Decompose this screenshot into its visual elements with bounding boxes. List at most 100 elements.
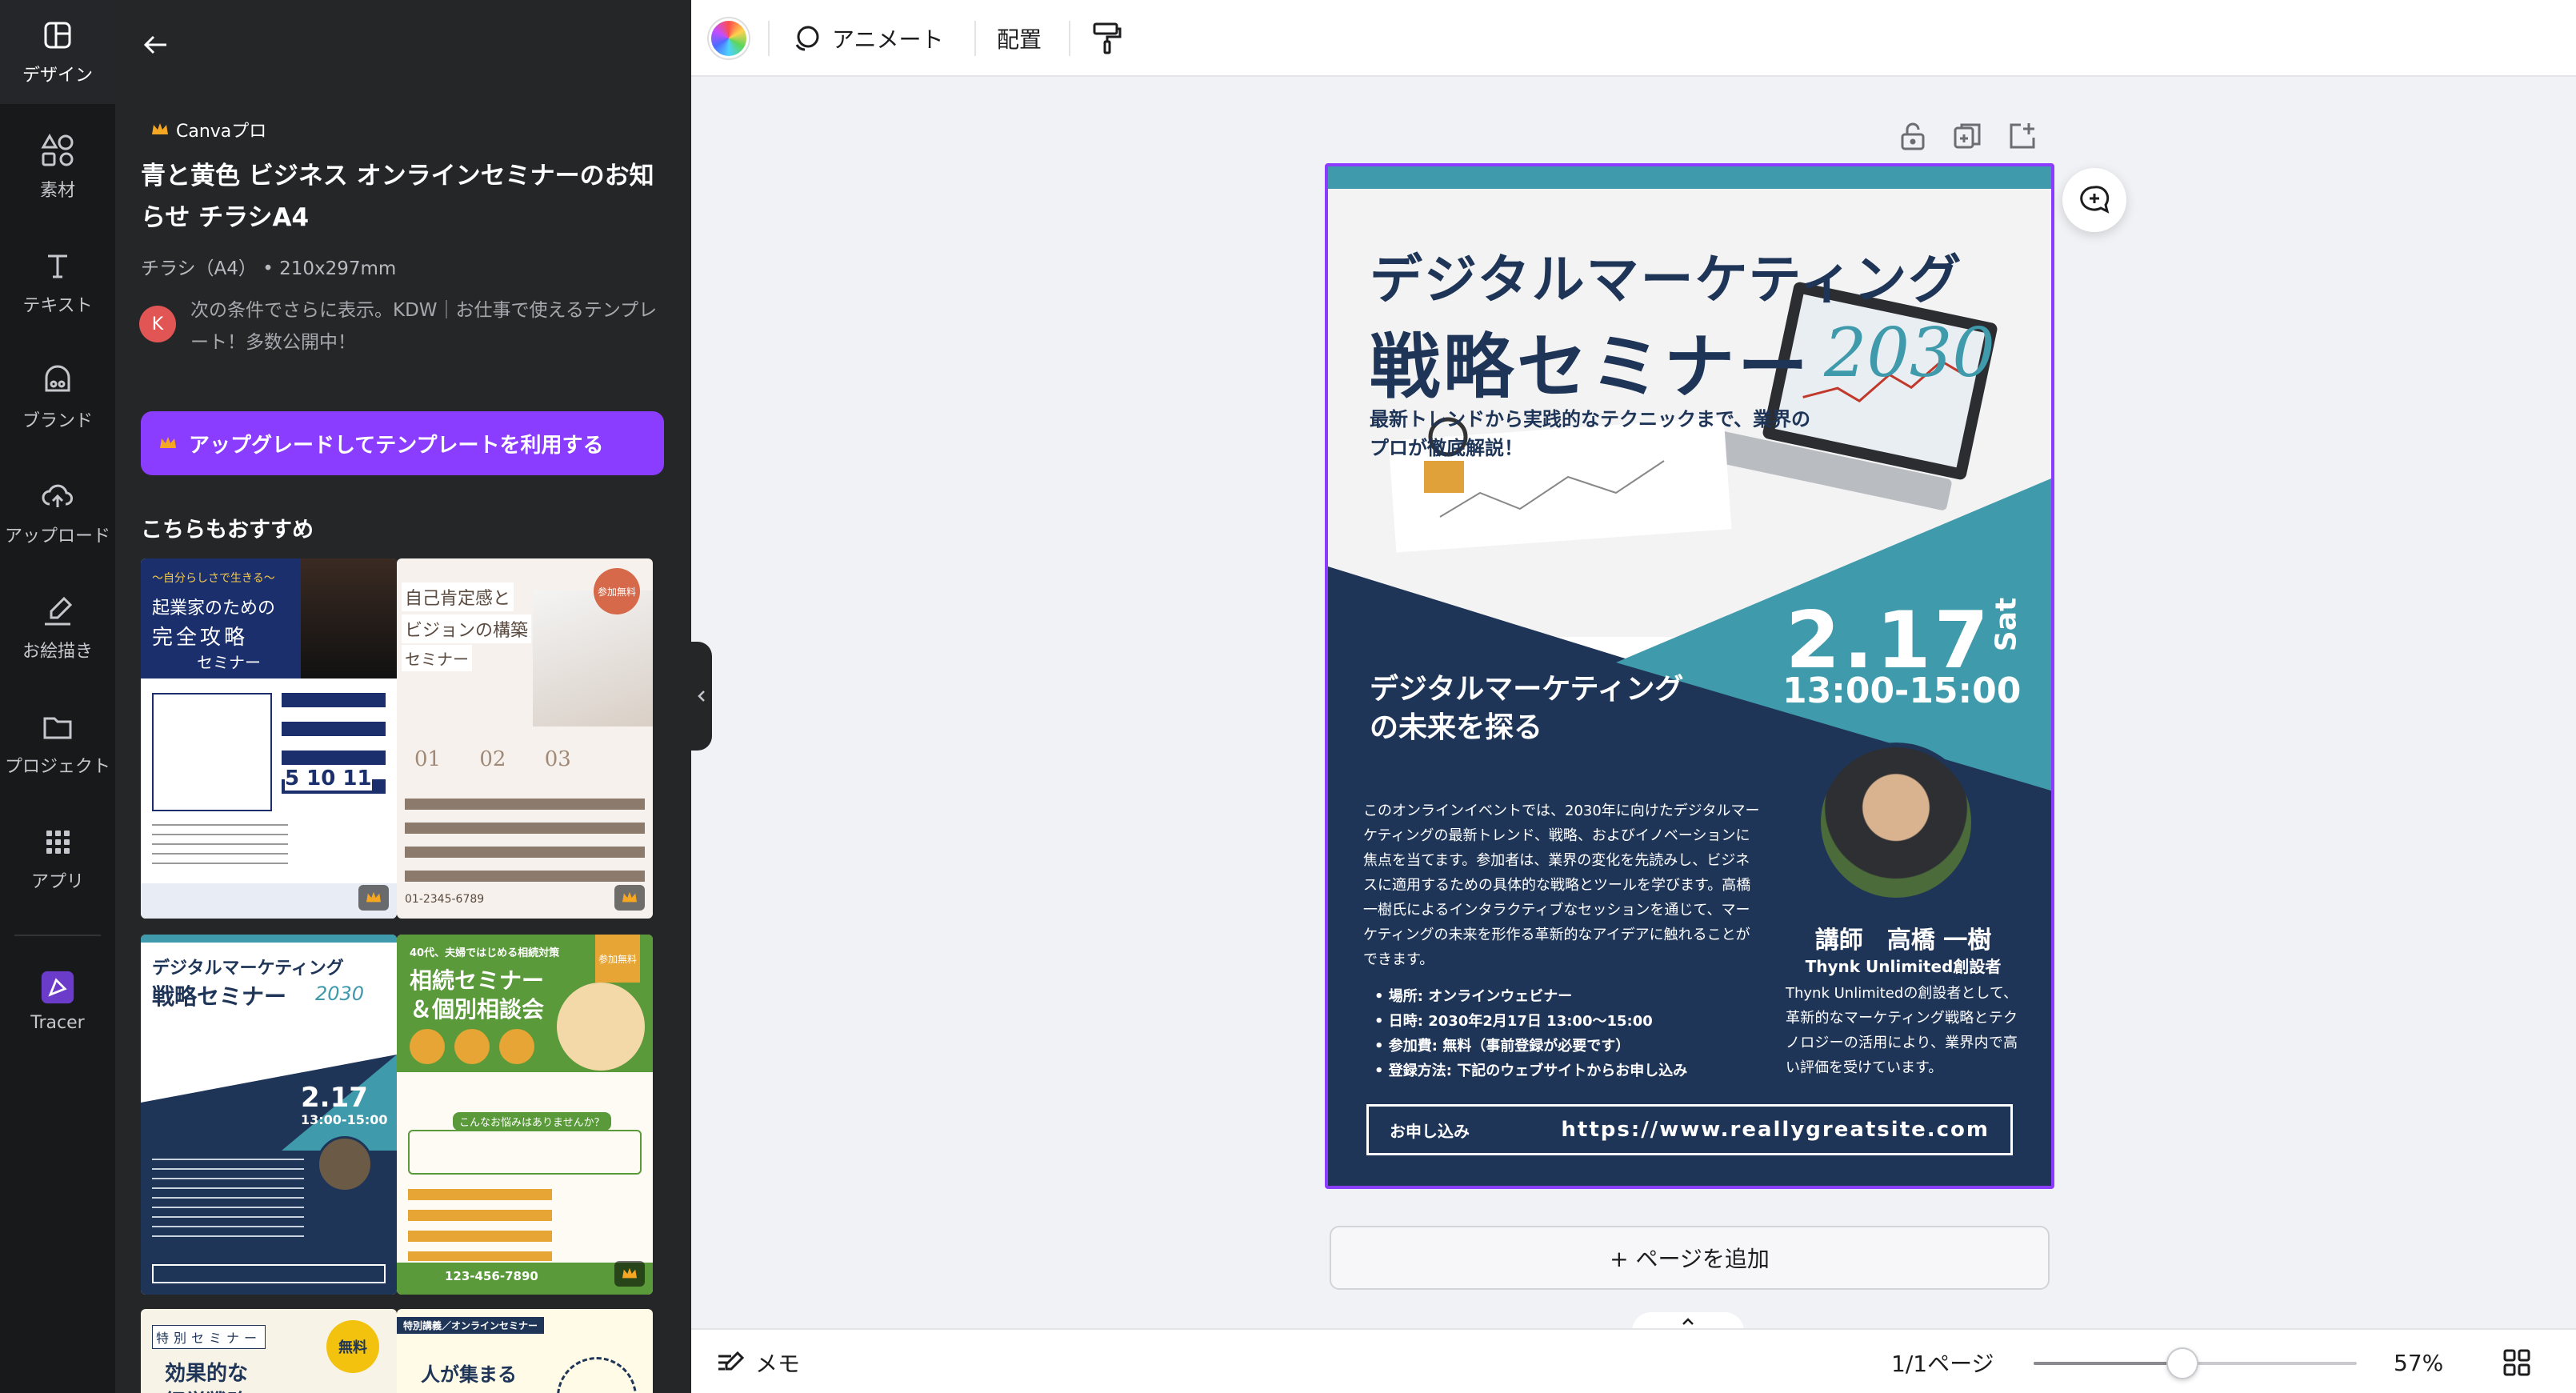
flyer-section-heading: デジタルマーケティングの未来を探る: [1370, 673, 1684, 744]
add-page-icon[interactable]: [2006, 120, 2037, 152]
thumb-text: コミュニティ: [421, 1386, 535, 1393]
thumb-text: 2.17: [301, 1082, 368, 1114]
flyer-details: 場所: オンラインウェビナー 日時: 2030年2月17日 13:00〜15:0…: [1374, 984, 1687, 1083]
chevron-left-icon: [698, 690, 705, 702]
rail-draw[interactable]: お絵描き: [0, 576, 115, 680]
speaker-bio: Thynk Unlimitedの創設者として、革新的なマーケティング戦略とテクノ…: [1786, 985, 2018, 1076]
thumb-text: デジタルマーケティング: [152, 959, 344, 979]
template-panel: Canvaプロ 青と黄色 ビジネス オンラインセミナーのお知らせ チラシA4 チ…: [115, 0, 691, 1393]
design-page[interactable]: デジタルマーケティング 戦略セミナー 2030 最新トレンドから実践的なテクニッ…: [1325, 163, 2054, 1189]
arrange-button[interactable]: 配置: [997, 18, 1042, 59]
animate-label: アニメート: [832, 26, 944, 53]
thumb-text: 40代、夫婦ではじめる相続対策: [410, 947, 560, 959]
toolbar-divider: [974, 21, 976, 56]
thumb-text: 人が集まる: [421, 1363, 517, 1386]
pro-crown-icon: [358, 885, 389, 911]
list-item: 場所: オンラインウェビナー: [1374, 984, 1687, 1009]
top-toolbar: アニメート 配置: [691, 0, 2576, 77]
thumb-text: ビジョンの構築: [402, 614, 532, 643]
thumb-text: 経営戦略: [165, 1386, 248, 1393]
template-thumbnail[interactable]: 参加無料 自己肯定感と ビジョンの構築 セミナー 01 02 03 01-234…: [397, 558, 653, 919]
flyer-year: 2030: [1824, 314, 1995, 392]
rail-label: プロジェクト: [4, 757, 110, 777]
thumb-text: 13:00-15:00: [301, 1112, 388, 1127]
left-rail: デザイン 素材 テキスト ブランド アップロード お絵描き プロジェクト アプリ…: [0, 0, 115, 1393]
lock-icon[interactable]: [1898, 120, 1928, 152]
thumb-badge: 参加無料: [595, 935, 640, 983]
rail-design[interactable]: デザイン: [0, 0, 115, 104]
template-title: 青と黄色 ビジネス オンラインセミナーのお知らせ チラシA4: [141, 162, 654, 232]
cloud-upload-icon: [40, 478, 75, 514]
thumb-text: 自己肯定感と: [402, 582, 514, 611]
template-thumbnail[interactable]: デジタルマーケティング 戦略セミナー 2030 2.17 13:00-15:00: [141, 935, 397, 1295]
page-indicator[interactable]: 1/1ページ: [1891, 1344, 1994, 1381]
template-thumbnail[interactable]: 40代、夫婦ではじめる相続対策 相続セミナー ＆個別相談会 参加無料 こんなお悩…: [397, 935, 653, 1295]
pro-badge-label: Canvaプロ: [176, 122, 267, 142]
back-arrow-icon[interactable]: [139, 29, 171, 61]
page-actions: [1898, 120, 2037, 152]
thumb-text: 完全攻略: [152, 626, 249, 650]
thumb-text: 123-456-7890: [445, 1269, 538, 1283]
thumb-text: 特別セミナー: [152, 1325, 266, 1349]
rail-tracer[interactable]: Tracer: [0, 949, 115, 1053]
crown-icon: [152, 123, 168, 134]
notes-button[interactable]: メモ: [714, 1344, 800, 1381]
template-thumbnail[interactable]: 〜自分らしさで生きる〜 起業家のための 完全攻略 セミナー 5 10 11: [141, 558, 397, 919]
list-item: 参加費: 無料（事前登録が必要です）: [1374, 1034, 1687, 1059]
zoom-level[interactable]: 57%: [2394, 1344, 2443, 1381]
thumb-text: 効果的な: [165, 1362, 249, 1386]
animate-icon: [795, 26, 819, 51]
arrange-label: 配置: [997, 26, 1042, 53]
pro-crown-icon: [614, 885, 645, 911]
rail-label: お絵描き: [22, 642, 93, 662]
flyer-heading-1: デジタルマーケティング: [1370, 249, 1963, 310]
notes-label: メモ: [755, 1351, 801, 1377]
flyer-body: このオンラインイベントでは、2030年に向けたデジタルマーケティングの最新トレン…: [1363, 803, 1760, 968]
rail-label: ブランド: [22, 411, 93, 431]
upgrade-label: アップグレードしてテンプレートを利用する: [189, 433, 604, 458]
thumb-badge: 参加無料: [594, 568, 640, 614]
color-button[interactable]: [709, 18, 749, 59]
thumb-text: セミナー: [402, 645, 472, 671]
list-item: 日時: 2030年2月17日 13:00〜15:00: [1374, 1009, 1687, 1034]
zoom-slider-handle[interactable]: [2166, 1347, 2198, 1379]
rail-apps[interactable]: アプリ: [0, 807, 115, 911]
collapse-panel-button[interactable]: [691, 642, 712, 751]
notes-icon: [718, 1351, 745, 1371]
grid-view-button[interactable]: [2501, 1344, 2533, 1381]
toolbar-divider: [1069, 21, 1070, 56]
duplicate-page-icon[interactable]: [1952, 120, 1982, 152]
thumb-text: セミナー: [197, 653, 261, 672]
rail-projects[interactable]: プロジェクト: [0, 691, 115, 795]
rail-text[interactable]: テキスト: [0, 230, 115, 334]
zoom-slider[interactable]: [2034, 1347, 2357, 1379]
thumb-text: 特別講義／オンラインセミナー: [397, 1317, 545, 1334]
rail-brand[interactable]: ブランド: [0, 346, 115, 450]
author-row[interactable]: K 次の条件でさらに表示。KDW｜お仕事で使えるテンプレート！多数公開中！: [139, 294, 667, 358]
speaker-photo: [1816, 743, 1976, 903]
author-text: 次の条件でさらに表示。KDW｜お仕事で使えるテンプレート！多数公開中！: [190, 300, 658, 353]
shapes-icon: [40, 133, 75, 168]
thumb-text: 〜自分らしさで生きる〜: [152, 572, 275, 585]
rail-uploads[interactable]: アップロード: [0, 461, 115, 565]
thumb-text: ＆個別相談会: [410, 996, 545, 1023]
rail-divider: [14, 935, 101, 936]
template-thumbnail[interactable]: 特別セミナー 無料 効果的な 経営戦略: [141, 1309, 397, 1393]
text-icon: [40, 248, 75, 283]
copy-style-button[interactable]: [1091, 18, 1123, 59]
design-icon: [40, 18, 75, 53]
add-comment-button[interactable]: [2062, 168, 2126, 232]
rail-label: テキスト: [22, 296, 93, 316]
rail-elements[interactable]: 素材: [0, 115, 115, 219]
animate-button[interactable]: アニメート: [790, 18, 943, 59]
thumb-text: 5 10 11: [285, 767, 372, 791]
upgrade-button[interactable]: アップグレードしてテンプレートを利用する: [141, 411, 664, 475]
template-thumbnail[interactable]: 特別講義／オンラインセミナー 人が集まる コミュニティ: [397, 1309, 653, 1393]
rail-label: アップロード: [4, 526, 110, 546]
add-page-button[interactable]: + ページを追加: [1330, 1226, 2050, 1290]
flyer: デジタルマーケティング 戦略セミナー 2030 最新トレンドから実践的なテクニッ…: [1328, 166, 2051, 1186]
apply-box: お申し込み https://www.reallygreatsite.com: [1366, 1104, 2013, 1155]
paint-roller-icon: [1093, 22, 1122, 54]
apply-url: https://www.reallygreatsite.com: [1561, 1118, 1990, 1142]
list-item: 登録方法: 下記のウェブサイトからお申し込み: [1374, 1059, 1687, 1083]
